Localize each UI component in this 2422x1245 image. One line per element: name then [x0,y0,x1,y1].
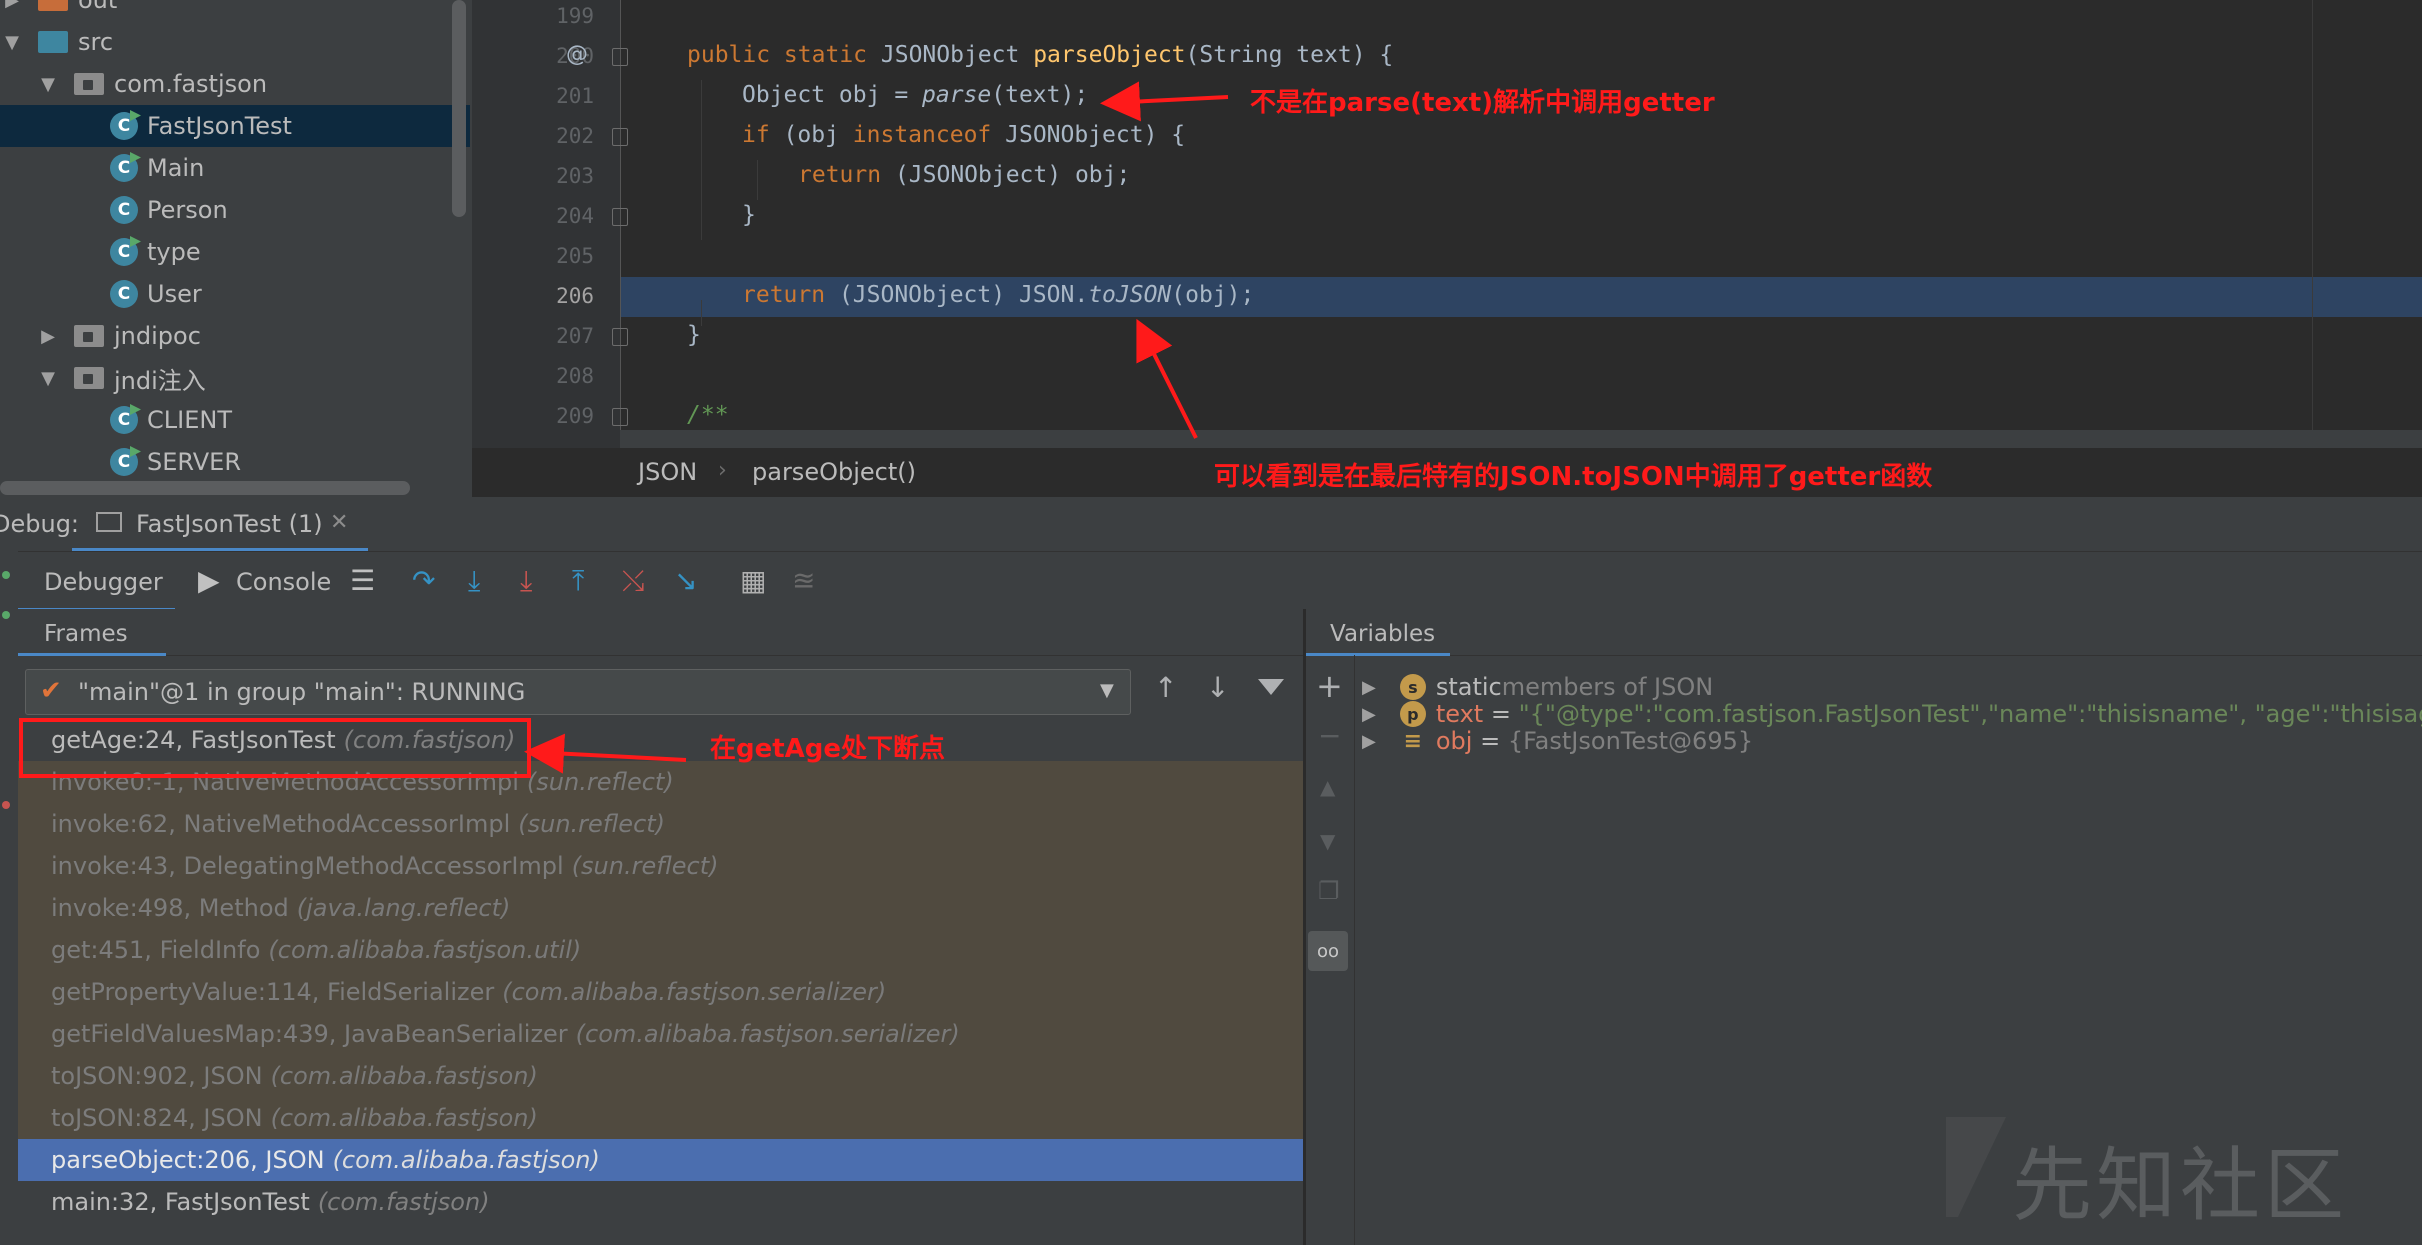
annotation-overlay [19,81,1229,778]
annotation-text: 不是在parse(text)解析中调用getter [1250,88,1715,118]
annotation-box [19,718,531,778]
annotation-arrow [1136,318,1198,439]
annotation-text: 可以看到是在最后特有的JSON.toJSON中调用了getter函数 [1214,462,1933,492]
annotation-arrow [1100,81,1229,122]
annotation-arrow [524,733,687,774]
annotation-text: 在getAge处下断点 [710,734,946,764]
